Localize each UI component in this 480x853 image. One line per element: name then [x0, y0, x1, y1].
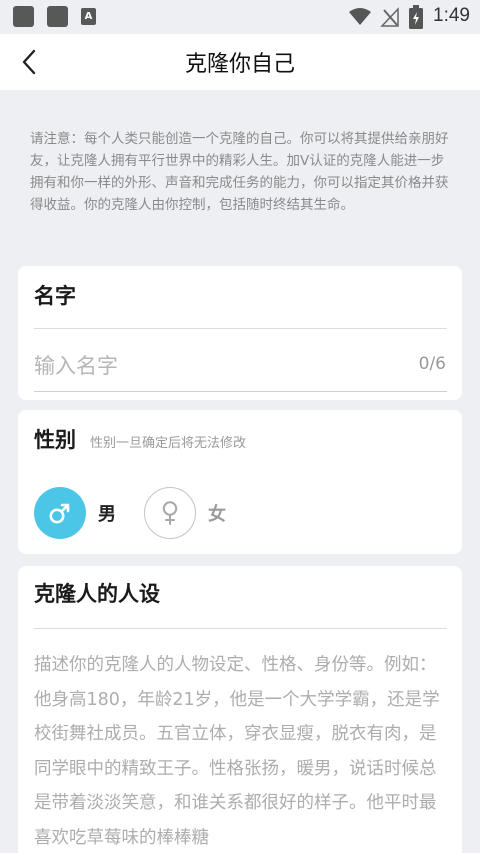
- name-section-title: 名字: [34, 284, 76, 308]
- notice-text: 请注意：每个人类只能创造一个克隆的自己。你可以将其提供给亲朋好友，让克隆人拥有平…: [30, 131, 449, 213]
- app-square-icon: [47, 6, 68, 27]
- gender-option-male[interactable]: 男: [34, 486, 116, 540]
- male-symbol-icon: [34, 487, 86, 539]
- battery-charging-icon: [409, 5, 423, 29]
- nav-bar: 克隆你自己: [0, 34, 480, 90]
- status-time: 1:49: [433, 5, 470, 26]
- app-square-icon: [13, 6, 34, 27]
- gender-section-title: 性别: [34, 428, 76, 452]
- female-symbol-icon: [144, 487, 196, 539]
- page-title: 克隆你自己: [184, 52, 295, 77]
- status-bar: A 1:49: [0, 0, 480, 34]
- name-input[interactable]: [34, 348, 394, 384]
- wifi-icon: [349, 8, 371, 25]
- persona-card: 克隆人的人设 描述你的克隆人的人物设定、性格、身份等。例如：他身高180，年龄2…: [18, 566, 462, 853]
- gender-label-male: 男: [98, 504, 116, 525]
- name-underline: [34, 391, 447, 392]
- name-divider: [34, 328, 447, 329]
- gender-hint: 性别一旦确定后将无法修改: [90, 436, 247, 451]
- persona-section-title: 克隆人的人设: [34, 582, 160, 606]
- a-notification-icon: A: [81, 8, 96, 25]
- persona-textarea[interactable]: 描述你的克隆人的人物设定、性格、身份等。例如：他身高180，年龄21岁，他是一个…: [34, 648, 450, 853]
- gender-option-female[interactable]: 女: [144, 486, 226, 540]
- gender-card: 性别 性别一旦确定后将无法修改 男 女: [18, 410, 462, 554]
- name-char-counter: 0/6: [418, 354, 446, 374]
- no-signal-icon: [380, 7, 399, 27]
- persona-divider: [34, 628, 447, 629]
- name-card: 名字 0/6: [18, 266, 462, 400]
- gender-label-female: 女: [208, 504, 226, 525]
